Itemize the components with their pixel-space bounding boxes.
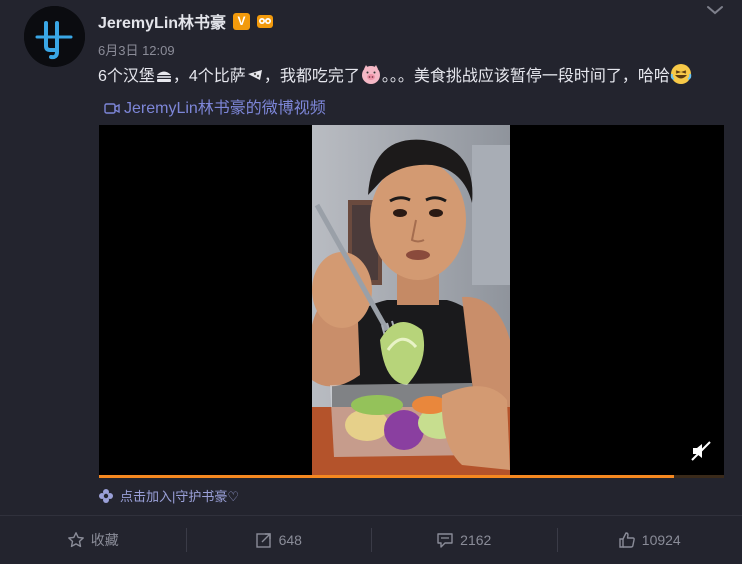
- video-thumbnail: [312, 125, 510, 476]
- username-text[interactable]: JeremyLin林书豪: [98, 9, 226, 33]
- comment-icon: [437, 533, 453, 548]
- mute-icon[interactable]: [690, 440, 712, 462]
- video-link-text[interactable]: JeremyLin林书豪的微博视频: [124, 100, 326, 117]
- verified-badge: V: [233, 12, 251, 30]
- pizza-emoji-icon: [246, 67, 264, 95]
- video-frame[interactable]: [312, 125, 510, 476]
- topic-link[interactable]: 点击加入|守护书豪♡: [98, 486, 239, 505]
- pig-emoji-icon: [360, 63, 382, 95]
- favorite-button[interactable]: 收藏: [0, 516, 186, 564]
- action-bar: 收藏 648 2162 10924: [0, 516, 742, 564]
- repost-icon: [255, 533, 271, 548]
- text-segment: ，4个比萨: [172, 68, 246, 85]
- like-count: 10924: [641, 532, 681, 548]
- weibo-post-card: JeremyLin林书豪 V 6月3日 12:09 6个汉堡 ，4个比萨 ，我都吃完…: [0, 0, 742, 564]
- favorite-label: 收藏: [90, 532, 119, 548]
- video-progress-fill: [99, 475, 674, 478]
- comment-button[interactable]: 2162: [371, 516, 557, 564]
- comment-count: 2162: [460, 532, 492, 548]
- star-icon: [67, 532, 84, 548]
- flower-icon: [99, 488, 113, 503]
- laughing-emoji-icon: [670, 63, 692, 95]
- video-icon: [104, 97, 120, 125]
- fan-badge-icon: [257, 15, 274, 28]
- video-progress-bar[interactable]: [99, 475, 724, 478]
- repost-button[interactable]: 648: [185, 516, 372, 564]
- video-player[interactable]: [99, 125, 724, 476]
- avatar[interactable]: [24, 6, 85, 67]
- post-text: 6个汉堡 ，4个比萨 ，我都吃完了 。。。美食挑战应该暂停一段时间了，哈哈 Jeremy…: [98, 63, 726, 125]
- video-link[interactable]: JeremyLin林书豪的微博视频: [104, 100, 326, 117]
- username[interactable]: JeremyLin林书豪 V: [98, 9, 274, 33]
- repost-count: 648: [278, 532, 302, 548]
- text-segment: ，我都吃完了: [263, 68, 360, 85]
- thumbs-up-icon: [619, 532, 635, 548]
- post-time[interactable]: 6月3日 12:09: [98, 40, 175, 59]
- text-segment: 6个汉堡: [98, 68, 155, 85]
- jeremy-lin-logo-icon: [24, 6, 85, 67]
- like-button[interactable]: 10924: [556, 516, 742, 564]
- burger-emoji-icon: [155, 67, 173, 95]
- chevron-down-icon[interactable]: [704, 2, 726, 18]
- topic-text[interactable]: 点击加入|守护书豪♡: [120, 486, 239, 505]
- text-segment: 。。。美食挑战应该暂停一段时间了，哈哈: [381, 68, 670, 85]
